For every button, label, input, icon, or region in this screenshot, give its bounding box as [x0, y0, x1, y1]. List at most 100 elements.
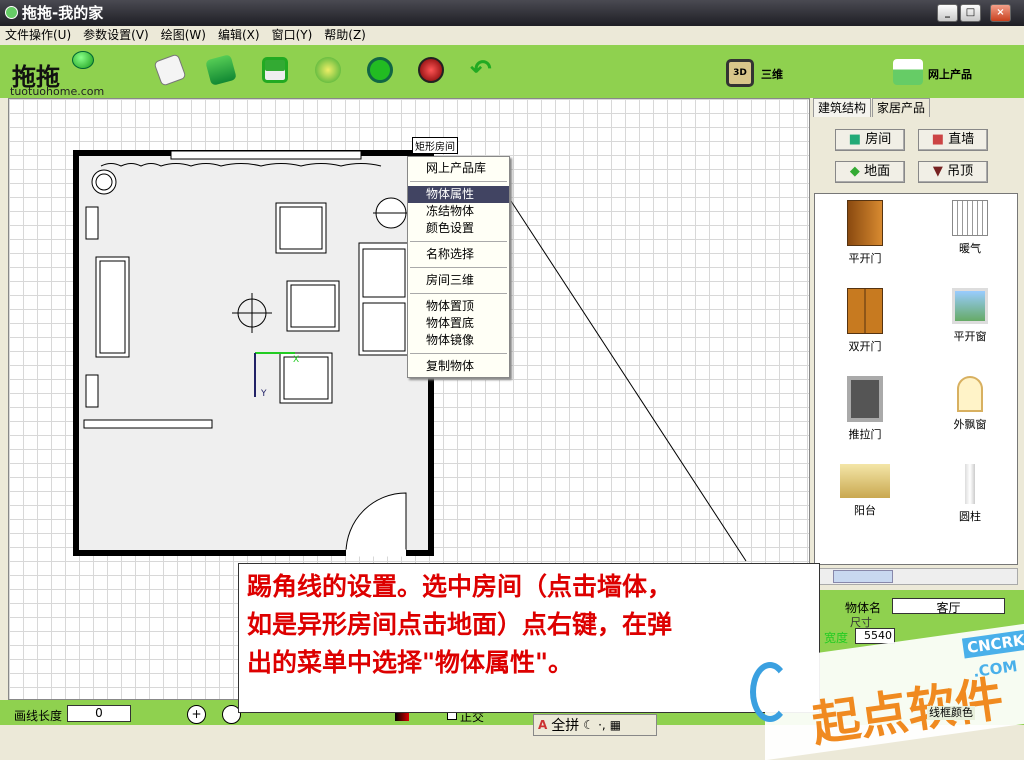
product-item[interactable]: 暖气: [925, 200, 1015, 256]
menu-item-room-3d[interactable]: 房间三维: [408, 272, 509, 289]
ime-mode[interactable]: 全拼: [551, 715, 579, 735]
menu-item-color[interactable]: 颜色设置: [408, 220, 509, 237]
line-length-input[interactable]: 0: [67, 705, 131, 722]
menu-draw[interactable]: 绘图(W): [161, 26, 206, 45]
save-icon[interactable]: [262, 57, 288, 83]
menu-settings[interactable]: 参数设置(V): [83, 26, 149, 45]
color-swatch[interactable]: [395, 712, 409, 721]
window-icon: [952, 288, 988, 324]
product-item[interactable]: 双开门: [820, 288, 910, 354]
room-icon: ■: [848, 132, 862, 147]
radiator-icon: [952, 200, 988, 236]
product-item[interactable]: 平开门: [820, 200, 910, 266]
select-icon[interactable]: [315, 57, 341, 83]
keyboard-icon[interactable]: ▦: [610, 718, 621, 732]
wall-icon: ■: [931, 132, 945, 147]
column-icon: [965, 464, 975, 504]
ceiling-icon: ▼: [932, 164, 943, 179]
room-label: 矩形房间: [412, 137, 458, 154]
pointer-line: [510, 200, 747, 562]
room-button-label: 房间: [865, 132, 892, 147]
menu-item-copy[interactable]: 复制物体: [408, 358, 509, 375]
punctuation-icon[interactable]: ·,: [598, 718, 606, 732]
product-item[interactable]: 阳台: [820, 464, 910, 518]
axis-x-label: X: [293, 355, 300, 365]
menu-item-mirror[interactable]: 物体镜像: [408, 332, 509, 349]
product-label: 圆柱: [959, 510, 981, 523]
product-label: 外飘窗: [953, 418, 987, 431]
title-bar: 拖拖-我的家 _ □ ×: [0, 0, 1024, 26]
floor-button[interactable]: ◆ 地面: [835, 161, 905, 183]
product-grid: 平开门 暖气 双开门 平开窗 推拉门 外飘窗 阳台 圆柱: [814, 193, 1018, 565]
frame-color-label[interactable]: 线框颜色: [927, 706, 975, 720]
online-products-icon[interactable]: [893, 59, 923, 85]
product-label: 平开窗: [953, 330, 987, 343]
online-products-label[interactable]: 网上产品: [928, 66, 972, 82]
menu-file[interactable]: 文件操作(U): [5, 26, 71, 45]
menu-separator: [410, 181, 507, 182]
floor-icon: ◆: [849, 164, 860, 179]
menu-item-send-bottom[interactable]: 物体置底: [408, 315, 509, 332]
horizontal-scrollbar[interactable]: [814, 568, 1018, 585]
menu-separator: [410, 353, 507, 354]
line-length-label: 画线长度: [14, 709, 63, 723]
moon-icon[interactable]: ☾: [583, 718, 594, 732]
door-icon: [847, 200, 883, 246]
menu-help[interactable]: 帮助(Z): [324, 26, 366, 45]
watermark-logo-icon: [750, 662, 790, 722]
product-item[interactable]: 平开窗: [925, 288, 1015, 344]
menu-item-freeze[interactable]: 冻结物体: [408, 203, 509, 220]
product-item[interactable]: 推拉门: [820, 376, 910, 442]
menu-item-bring-top[interactable]: 物体置顶: [408, 298, 509, 315]
product-item[interactable]: 圆柱: [925, 464, 1015, 524]
3d-label[interactable]: 三维: [761, 66, 783, 82]
object-name-input[interactable]: 客厅: [892, 598, 1005, 615]
annotation-line: 如是异形房间点击地面）点右键，在弹: [247, 610, 673, 639]
menu-item-name-select[interactable]: 名称选择: [408, 246, 509, 263]
window: [170, 150, 362, 160]
minimize-button[interactable]: _: [937, 4, 958, 22]
menu-edit[interactable]: 编辑(X): [218, 26, 260, 45]
axis-y-label: Y: [261, 389, 267, 399]
annotation-line: 踢角线的设置。选中房间（点击墙体，: [247, 572, 673, 601]
room-button[interactable]: ■ 房间: [835, 129, 905, 151]
undo-icon[interactable]: ↶: [470, 57, 496, 83]
balcony-icon: [840, 464, 890, 498]
toolbar: 拖拖 tuotuohome.com ↶ 3D 三维 网上产品: [0, 45, 1024, 98]
right-panel: 建筑结构 家居产品 ■ 房间 ■ 直墙 ◆ 地面 ▼ 吊顶 平开门 暖气 双开门…: [810, 98, 1024, 700]
tab-building[interactable]: 建筑结构: [813, 98, 872, 117]
close-button[interactable]: ×: [990, 4, 1011, 22]
menu-item-online-library[interactable]: 网上产品库: [408, 160, 509, 177]
tab-furniture[interactable]: 家居产品: [872, 98, 931, 117]
bay-window-icon: [957, 376, 983, 412]
product-label: 平开门: [848, 252, 882, 265]
window-title: 拖拖-我的家: [22, 4, 104, 22]
delete-icon[interactable]: [418, 57, 444, 83]
app-icon: [5, 6, 18, 19]
product-label: 阳台: [854, 504, 876, 517]
floor-button-label: 地面: [864, 164, 891, 179]
ime-logo-icon: A: [538, 718, 548, 732]
maximize-button[interactable]: □: [960, 4, 981, 22]
watermark: 起点软件 CNCRK .COM: [745, 622, 1024, 760]
menu-separator: [410, 293, 507, 294]
menu-separator: [410, 267, 507, 268]
3d-button[interactable]: 3D: [726, 59, 754, 87]
sliding-door-icon: [847, 376, 883, 422]
ceiling-button[interactable]: ▼ 吊顶: [918, 161, 988, 183]
product-label: 暖气: [959, 242, 981, 255]
zoom-in-icon[interactable]: +: [187, 705, 206, 724]
menu-item-properties[interactable]: 物体属性: [408, 186, 509, 203]
ime-bar[interactable]: A 全拼 ☾ ·, ▦: [533, 714, 657, 736]
wall-button-label: 直墙: [948, 132, 975, 147]
refresh-icon[interactable]: [367, 57, 393, 83]
product-item[interactable]: 外飘窗: [925, 376, 1015, 432]
menu-window[interactable]: 窗口(Y): [272, 26, 313, 45]
wall-button[interactable]: ■ 直墙: [918, 129, 988, 151]
new-icon[interactable]: [153, 53, 187, 87]
logo: 拖拖 tuotuohome.com: [10, 49, 110, 98]
annotation-line: 出的菜单中选择"物体属性"。: [247, 648, 574, 677]
menu-separator: [410, 241, 507, 242]
open-icon[interactable]: [205, 54, 237, 86]
double-door-icon: [847, 288, 883, 334]
